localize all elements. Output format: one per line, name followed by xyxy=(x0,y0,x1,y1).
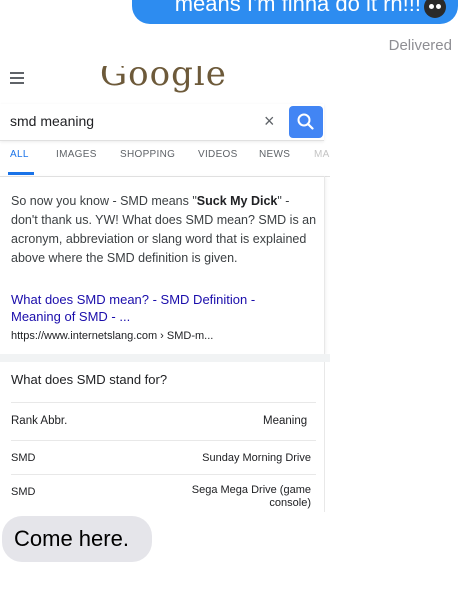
outgoing-message-bubble: means I'm finna do it rn!!! xyxy=(132,0,458,24)
result-url: https://www.internetslang.com › SMD-m... xyxy=(11,330,214,342)
tab-all[interactable]: ALL xyxy=(10,149,29,160)
table-cell-abbr: SMD xyxy=(11,486,36,498)
search-icon xyxy=(297,113,314,130)
row-divider xyxy=(11,474,316,475)
search-bar[interactable]: smd meaning × xyxy=(0,104,324,141)
row-divider xyxy=(11,402,316,403)
search-button[interactable] xyxy=(289,106,323,138)
tab-shopping[interactable]: SHOPPING xyxy=(120,149,175,160)
incoming-message-text: Come here. xyxy=(14,526,129,551)
tab-maps[interactable]: MA xyxy=(314,149,330,160)
google-search-screenshot: Google smd meaning × ALL IMAGES SHOPPING… xyxy=(0,66,330,512)
table-cell-meaning: Sunday Morning Drive xyxy=(202,452,311,464)
table-cell-meaning: Sega Mega Drive (game console) xyxy=(191,484,311,509)
abbreviation-table-card: What does SMD stand for? Rank Abbr. Mean… xyxy=(0,362,325,512)
google-logo: Google xyxy=(100,66,227,94)
tab-videos[interactable]: VIDEOS xyxy=(198,149,238,160)
search-result-card: So now you know - SMD means "Suck My Dic… xyxy=(0,176,325,354)
table-cell-abbr: SMD xyxy=(11,452,36,464)
section-divider xyxy=(0,354,330,362)
incoming-message-bubble: Come here. xyxy=(2,516,152,562)
clear-icon[interactable]: × xyxy=(264,111,275,132)
result-title-link[interactable]: What does SMD mean? - SMD Definition - M… xyxy=(11,291,301,325)
outgoing-message-text: means I'm finna do it rn!!! xyxy=(174,0,421,16)
tab-news[interactable]: NEWS xyxy=(259,149,290,160)
table-card-title: What does SMD stand for? xyxy=(11,372,168,387)
search-tabs: ALL IMAGES SHOPPING VIDEOS NEWS MA xyxy=(0,146,330,177)
tab-images[interactable]: IMAGES xyxy=(56,149,97,160)
column-header-meaning: Meaning xyxy=(263,415,308,427)
delivery-status: Delivered xyxy=(388,37,452,54)
hamburger-menu-icon[interactable] xyxy=(10,72,24,84)
result-snippet: So now you know - SMD means "Suck My Dic… xyxy=(11,194,317,265)
column-header-rank-abbr: Rank Abbr. xyxy=(11,415,68,427)
emoji-face-icon xyxy=(424,0,446,18)
active-tab-indicator xyxy=(8,172,34,175)
row-divider xyxy=(11,440,316,441)
search-input[interactable]: smd meaning xyxy=(10,113,94,129)
